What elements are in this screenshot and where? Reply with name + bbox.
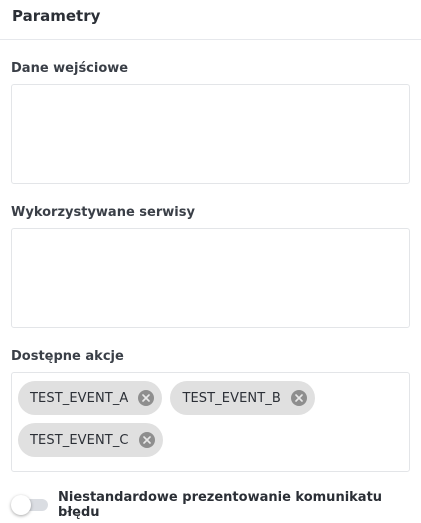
close-circle-icon[interactable] [290, 390, 307, 406]
panel-header: Parametry [0, 0, 421, 40]
toggle-thumb [11, 495, 31, 515]
close-circle-icon[interactable] [138, 432, 155, 448]
action-chip-label: TEST_EVENT_A [30, 390, 129, 406]
action-chip-label: TEST_EVENT_C [30, 432, 129, 448]
custom-error-toggle[interactable] [11, 494, 49, 516]
actions-label: Dostępne akcje [11, 349, 124, 364]
services-field[interactable] [11, 228, 410, 328]
parameters-form: Dane wejściowe Wykorzystywane serwisy Do… [0, 61, 421, 520]
action-chip: TEST_EVENT_B [170, 381, 315, 415]
action-chip-label: TEST_EVENT_B [182, 390, 281, 406]
actions-tag-field[interactable]: TEST_EVENT_A TEST_EVENT_B TEST_EVENT_C [11, 372, 410, 472]
input-data-field[interactable] [11, 84, 410, 184]
panel-title: Parametry [12, 7, 101, 25]
action-chip: TEST_EVENT_C [18, 423, 163, 457]
action-chip: TEST_EVENT_A [18, 381, 163, 415]
close-circle-icon[interactable] [138, 390, 155, 406]
input-data-label: Dane wejściowe [11, 61, 129, 76]
custom-error-toggle-row: Niestandardowe prezentowanie komunikatu … [11, 490, 410, 520]
services-label: Wykorzystywane serwisy [11, 205, 195, 220]
custom-error-toggle-label: Niestandardowe prezentowanie komunikatu … [58, 490, 383, 520]
